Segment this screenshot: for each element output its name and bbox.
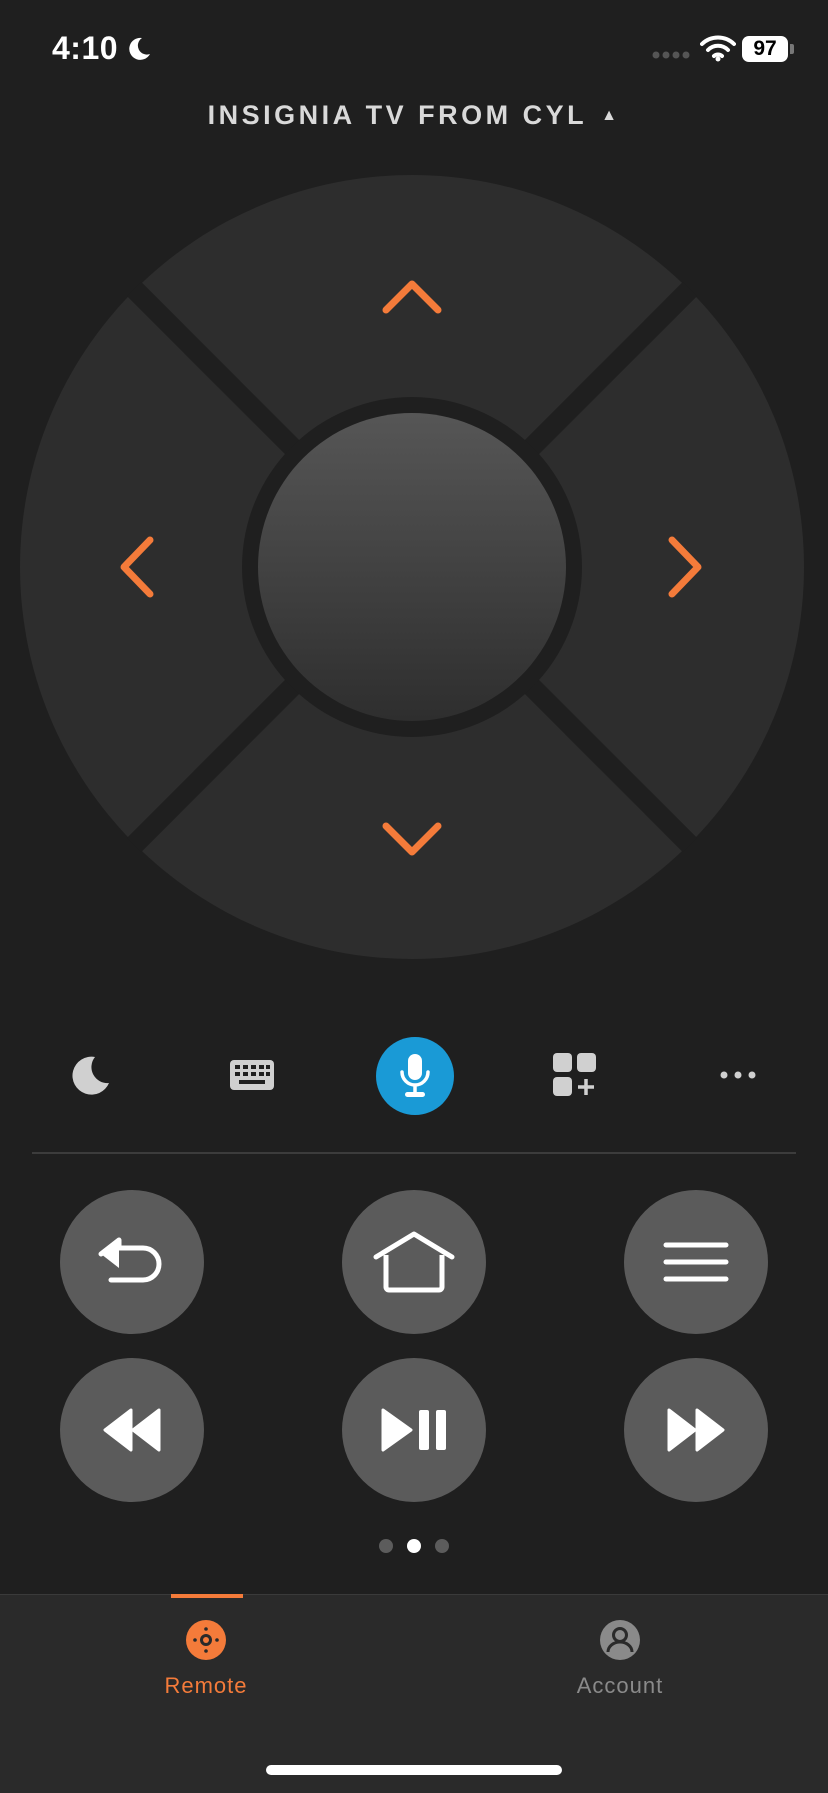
- battery-indicator: 97: [742, 36, 788, 62]
- rewind-button[interactable]: [60, 1358, 204, 1502]
- menu-button[interactable]: [624, 1190, 768, 1334]
- page-dot-1[interactable]: [379, 1539, 393, 1553]
- fast-forward-icon: [667, 1408, 725, 1452]
- caret-up-icon: ▲: [601, 107, 621, 124]
- page-dot-3[interactable]: [435, 1539, 449, 1553]
- menu-icon: [663, 1242, 729, 1282]
- moon-icon: [72, 1056, 109, 1095]
- home-icon: [373, 1231, 455, 1293]
- fast-forward-button[interactable]: [624, 1358, 768, 1502]
- device-name: INSIGNIA TV FROM CYL: [207, 100, 588, 130]
- do-not-disturb-icon: [129, 37, 150, 60]
- select-ok-button[interactable]: [258, 413, 566, 721]
- rewind-icon: [103, 1408, 161, 1452]
- keyboard-icon: [230, 1060, 274, 1090]
- dpad-right-button[interactable]: [624, 467, 744, 667]
- tab-remote[interactable]: Remote: [106, 1620, 306, 1699]
- active-tab-indicator: [171, 1594, 243, 1598]
- microphone-icon: [400, 1054, 430, 1097]
- back-button[interactable]: [60, 1190, 204, 1334]
- divider: [32, 1152, 796, 1154]
- account-icon: [600, 1620, 640, 1660]
- dpad: [20, 175, 804, 959]
- home-indicator[interactable]: [266, 1765, 562, 1775]
- back-icon: [98, 1237, 162, 1283]
- play-pause-button[interactable]: [342, 1358, 486, 1502]
- home-button[interactable]: [342, 1190, 486, 1334]
- status-time: 4:10: [52, 30, 119, 66]
- play-pause-icon: [381, 1408, 446, 1452]
- voice-search-button[interactable]: [376, 1037, 454, 1115]
- device-selector[interactable]: INSIGNIA TV FROM CYL ▲: [0, 100, 828, 131]
- sleep-button[interactable]: [54, 1040, 124, 1110]
- apps-add-icon: [553, 1053, 596, 1096]
- tab-account-label: Account: [576, 1673, 664, 1698]
- more-button[interactable]: [703, 1040, 773, 1110]
- dpad-down-button[interactable]: [312, 779, 512, 899]
- tab-remote-label: Remote: [164, 1673, 248, 1698]
- dpad-up-button[interactable]: [312, 235, 512, 355]
- apps-button[interactable]: [540, 1040, 610, 1110]
- battery-nub: [790, 44, 794, 54]
- remote-icon: [186, 1620, 226, 1660]
- keyboard-button[interactable]: [217, 1040, 287, 1110]
- tab-account[interactable]: Account: [520, 1620, 720, 1699]
- page-dot-2-active[interactable]: [407, 1539, 421, 1553]
- wifi-icon: [700, 35, 736, 62]
- cellular-signal-icon: [652, 51, 690, 59]
- more-icon: [720, 1071, 756, 1079]
- dpad-left-button[interactable]: [80, 467, 200, 667]
